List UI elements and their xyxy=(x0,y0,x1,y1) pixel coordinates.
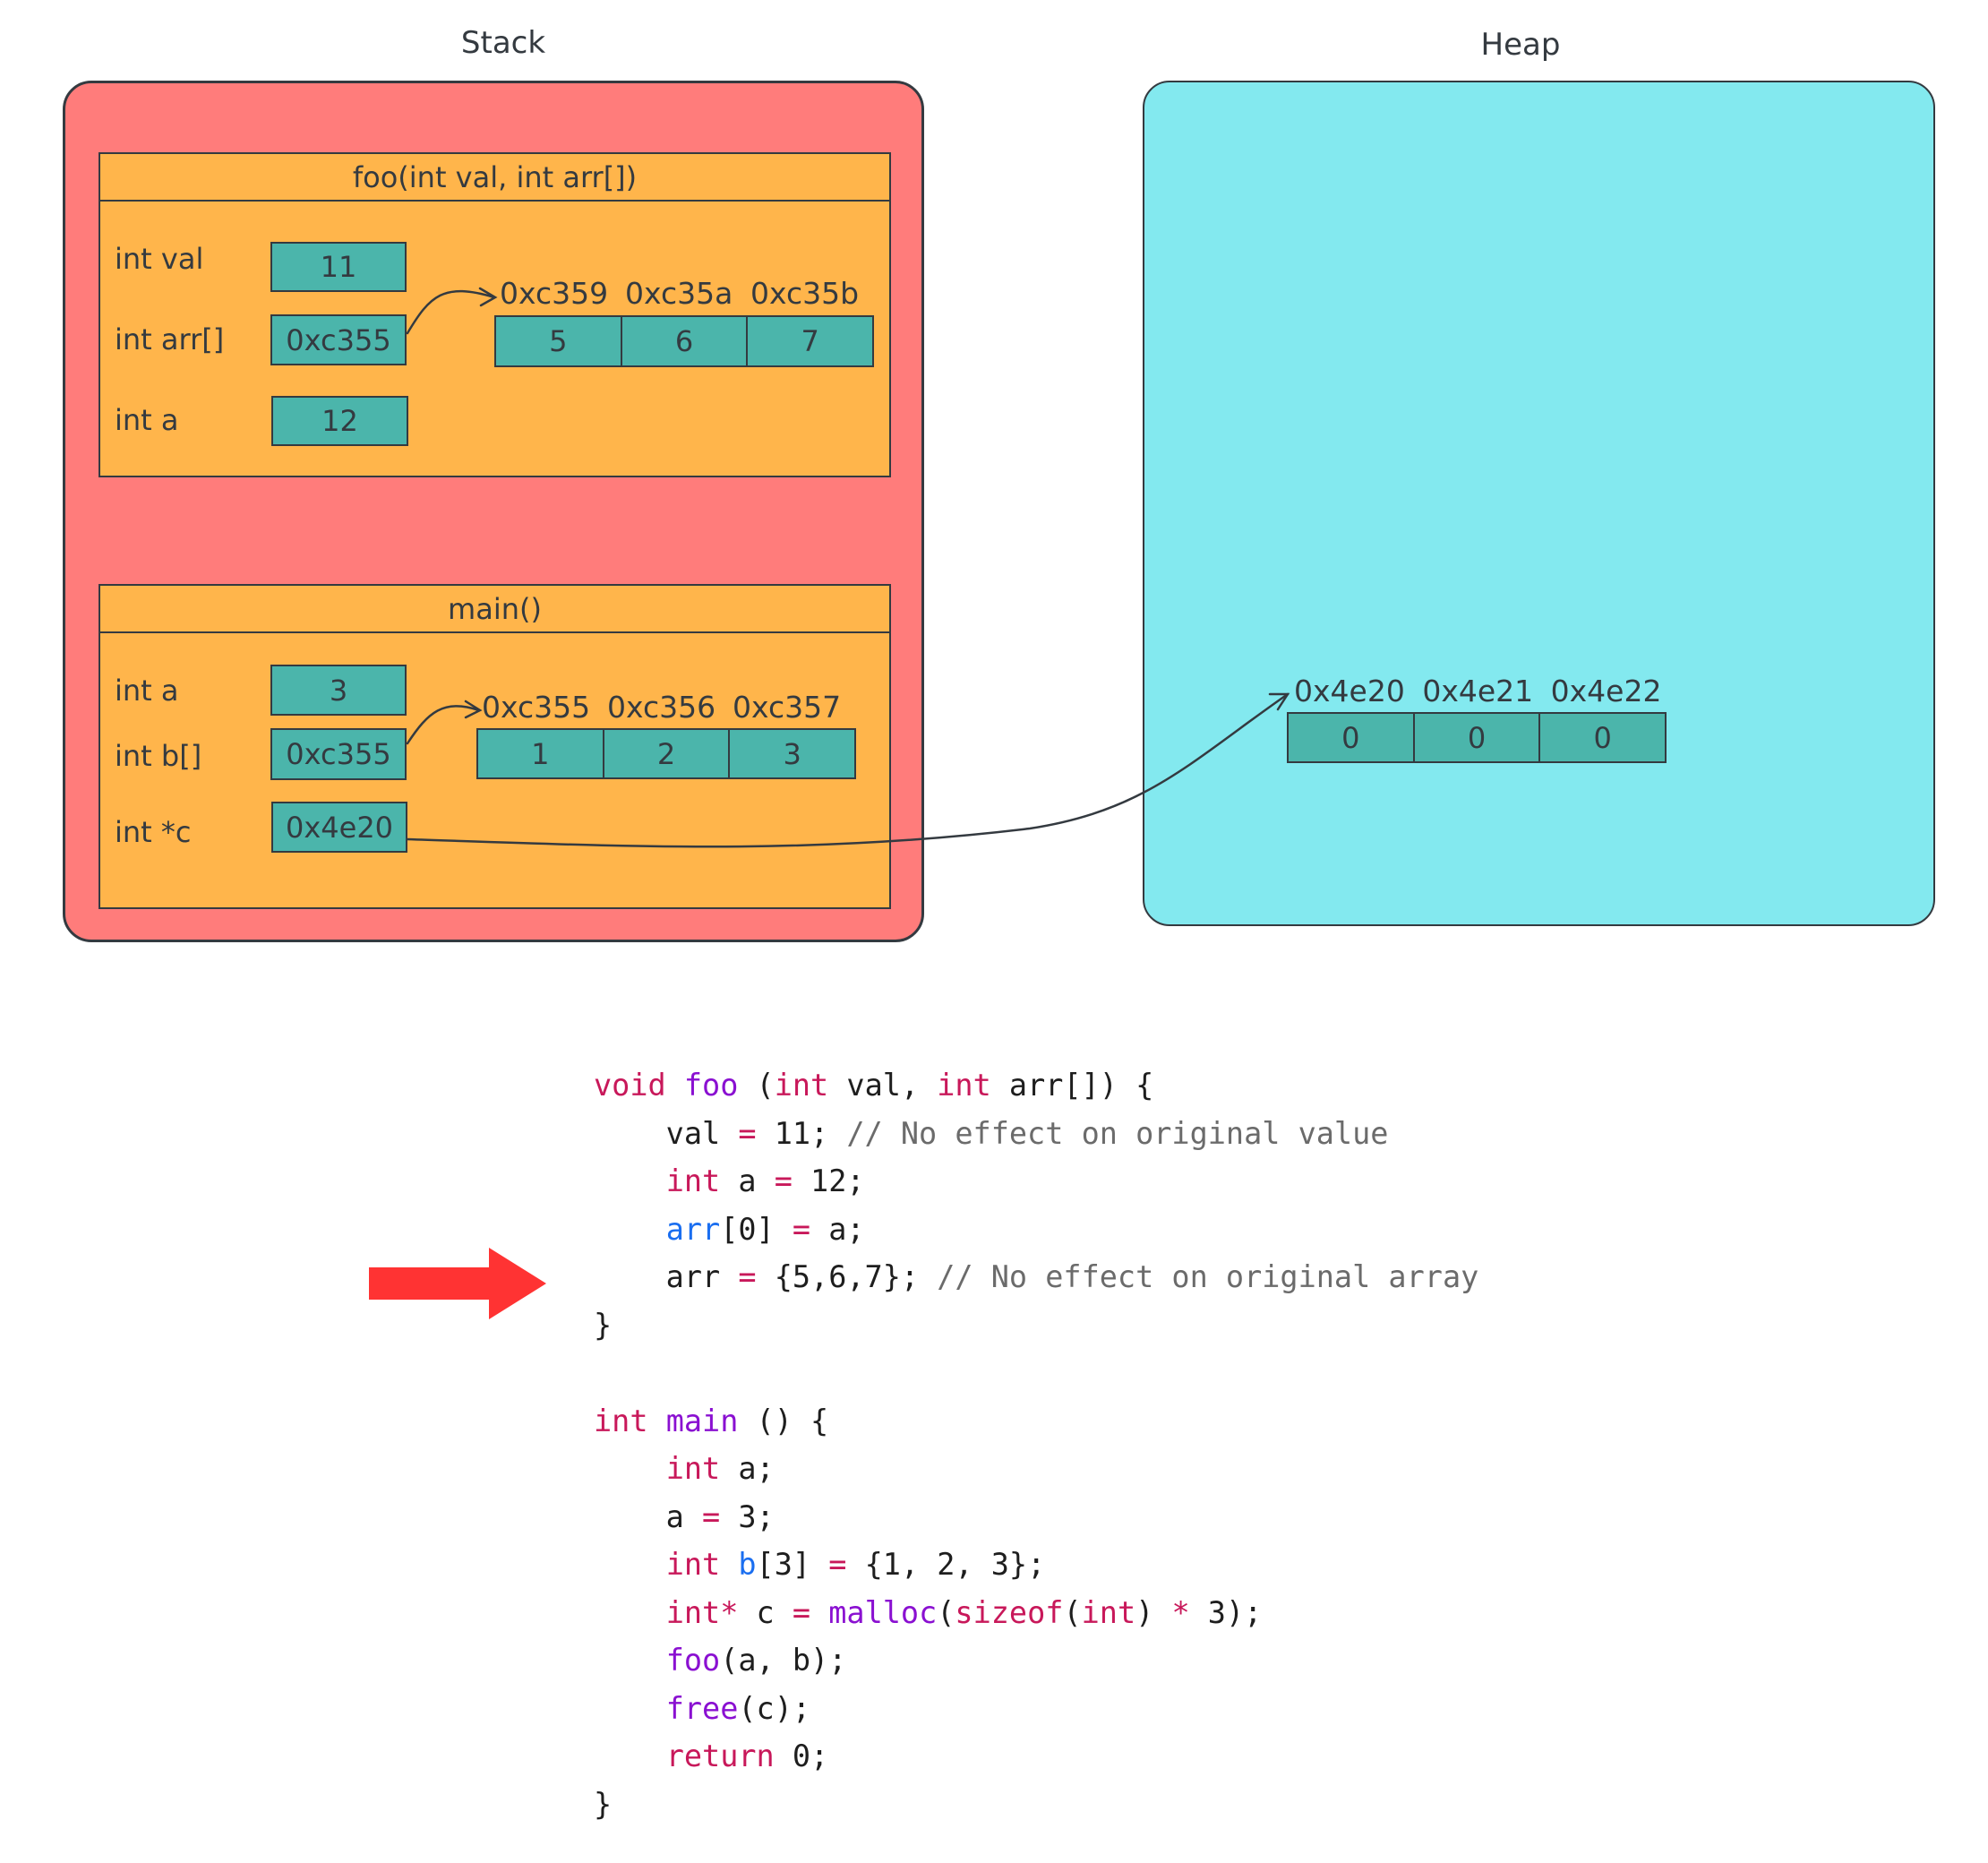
code-token: {5,6,7}; xyxy=(756,1259,938,1294)
code-token: 11; xyxy=(756,1115,847,1151)
code-token: = xyxy=(702,1498,721,1534)
code-token: } xyxy=(594,1786,613,1822)
pointer-arrow-c xyxy=(406,692,1290,848)
code-token: return xyxy=(665,1739,775,1773)
code-line: arr[0] = a; xyxy=(594,1206,1478,1254)
code-token: = xyxy=(738,1115,757,1151)
code-token: ( xyxy=(937,1594,955,1630)
code-token: // No effect on original value xyxy=(846,1115,1389,1151)
code-token: = xyxy=(792,1211,811,1247)
code-token: = xyxy=(738,1259,757,1294)
code-line: int b[3] = {1, 2, 3}; xyxy=(594,1541,1478,1589)
pointer-arrow-b xyxy=(406,705,481,745)
code-line: } xyxy=(594,1301,1478,1350)
code-token: arr xyxy=(594,1259,739,1294)
code-token: sizeof xyxy=(955,1594,1064,1630)
code-token: (a, b); xyxy=(720,1643,847,1678)
code-token: void xyxy=(594,1068,666,1103)
code-line: return 0; xyxy=(594,1732,1478,1781)
code-token: // No effect on original array xyxy=(937,1259,1479,1294)
code-token: int xyxy=(937,1068,991,1103)
code-token: int xyxy=(774,1068,829,1103)
code-token: {1, 2, 3}; xyxy=(846,1547,1046,1582)
code-token: 0; xyxy=(774,1739,829,1773)
code-token: [3] xyxy=(756,1547,829,1582)
code-token: = xyxy=(828,1547,847,1582)
arrowhead xyxy=(478,287,498,307)
code-token: foo xyxy=(683,1068,739,1103)
code-token: main xyxy=(665,1403,739,1438)
code-line: free(c); xyxy=(594,1685,1478,1733)
code-token: a; xyxy=(720,1451,775,1486)
code-token: a xyxy=(594,1498,703,1534)
code-line: } xyxy=(594,1781,1478,1829)
code-line: val = 11; // No effect on original value xyxy=(594,1110,1478,1158)
code-token: val xyxy=(594,1115,739,1151)
code-token: c xyxy=(738,1594,793,1630)
code-token: 3; xyxy=(720,1498,775,1534)
code-token: arr xyxy=(665,1211,721,1247)
code-token: arr[]) { xyxy=(990,1068,1154,1103)
code-token: 12; xyxy=(792,1163,865,1198)
code-token: [0] xyxy=(720,1211,793,1247)
code-line: int main () { xyxy=(594,1397,1478,1446)
pointer-arrow-arr xyxy=(406,289,496,335)
code-token: int xyxy=(1081,1594,1136,1630)
code-token: () { xyxy=(738,1403,829,1438)
code-token: b xyxy=(738,1547,757,1582)
code-line: void foo (int val, int arr[]) { xyxy=(594,1061,1478,1110)
code-token: } xyxy=(594,1307,613,1343)
code-line: a = 3; xyxy=(594,1493,1478,1541)
code-token: int xyxy=(665,1547,721,1582)
code-token: ( xyxy=(738,1068,775,1103)
code-token: a; xyxy=(810,1211,865,1247)
code-token: int* xyxy=(665,1594,739,1630)
code-token: = xyxy=(774,1163,793,1198)
code-token: = xyxy=(792,1594,811,1630)
code-listing: void foo (int val, int arr[]) { val = 11… xyxy=(594,1061,1478,1828)
code-line: int a = 12; xyxy=(594,1157,1478,1206)
code-token: ( xyxy=(1063,1594,1082,1630)
code-token: 3); xyxy=(1189,1594,1263,1630)
code-line: int* c = malloc(sizeof(int) * 3); xyxy=(594,1589,1478,1637)
code-token: val, xyxy=(828,1068,938,1103)
code-token: foo xyxy=(665,1643,721,1678)
code-line: arr = {5,6,7}; // No effect on original … xyxy=(594,1253,1479,1301)
code-line: foo(a, b); xyxy=(594,1636,1478,1685)
code-token: (c); xyxy=(738,1690,811,1726)
code-token: int xyxy=(665,1163,721,1198)
code-line: int a; xyxy=(594,1445,1478,1493)
current-line-arrow-icon xyxy=(369,1248,546,1319)
code-token: * xyxy=(1171,1594,1190,1630)
code-token: a xyxy=(720,1163,775,1198)
code-token: malloc xyxy=(828,1594,938,1630)
code-token: int xyxy=(665,1451,721,1486)
code-token: int xyxy=(594,1403,648,1438)
code-token: free xyxy=(665,1690,739,1726)
code-token: ) xyxy=(1135,1594,1172,1630)
